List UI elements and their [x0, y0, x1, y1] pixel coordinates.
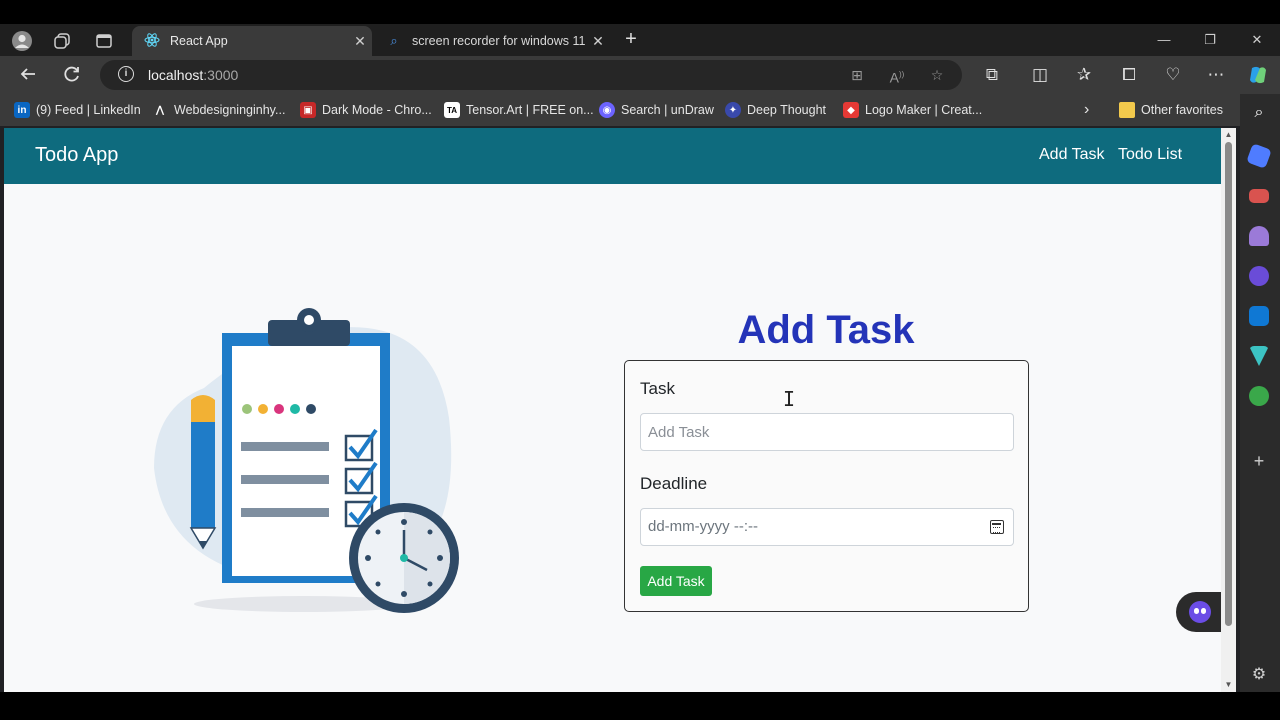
browser-toolbar: i localhost:3000 ⊞ A)) ☆ ⧉ ◫ ✰ ⧠ ♡ ⋯: [0, 56, 1280, 94]
read-aloud-icon[interactable]: A)): [886, 65, 908, 86]
page-viewport: Todo App Add Task Todo List Add Task Tas…: [4, 128, 1236, 692]
close-tab-icon[interactable]: ✕: [348, 33, 372, 50]
undraw-icon: ◉: [599, 102, 615, 118]
split-screen-icon[interactable]: ◫: [1028, 64, 1052, 86]
sidebar-shopping-icon[interactable]: [1246, 143, 1272, 169]
tab-actions-icon[interactable]: [93, 30, 115, 52]
tab-react-app[interactable]: React App ✕: [132, 26, 372, 56]
profile-icon[interactable]: [11, 30, 33, 52]
checklist-clipboard-illustration: [154, 308, 459, 613]
bookmark-deep-thought[interactable]: ✦ Deep Thought: [725, 101, 826, 119]
webdesign-icon: ⋀: [155, 104, 165, 116]
search-icon: ⌕: [390, 33, 398, 48]
edge-sidebar: ⌕ + ⚙: [1240, 94, 1280, 692]
copilot-icon[interactable]: [1246, 64, 1270, 86]
close-window-icon[interactable]: ✕: [1240, 29, 1274, 51]
bookmarks-bar: in (9) Feed | LinkedIn ⋀ Webdesigninginh…: [0, 94, 1240, 126]
close-tab-icon[interactable]: ✕: [586, 33, 610, 50]
deadline-label: Deadline: [640, 474, 708, 493]
task-label: Task: [640, 379, 675, 398]
bookmark-webdesign[interactable]: ⋀ Webdesigninginhy...: [152, 101, 286, 119]
bookmark-logo-maker[interactable]: ◆ Logo Maker | Creat...: [843, 101, 982, 119]
add-task-form: Task Deadline dd-mm-yyyy --:-- Add Task: [624, 360, 1029, 612]
bookmark-tensorart[interactable]: TA Tensor.Art | FREE on...: [444, 101, 594, 119]
scroll-up-icon[interactable]: ▲: [1224, 131, 1233, 139]
scrollbar-thumb[interactable]: [1225, 142, 1232, 626]
task-input[interactable]: [640, 413, 1014, 451]
chat-assistant-button[interactable]: [1176, 592, 1224, 632]
more-bookmarks-chevron-icon[interactable]: ›: [1084, 101, 1089, 119]
workspaces-icon[interactable]: [51, 30, 73, 52]
page-title: Add Task: [737, 308, 915, 352]
new-tab-icon[interactable]: +: [620, 28, 642, 50]
react-icon: [144, 32, 160, 51]
scroll-down-icon[interactable]: ▼: [1224, 681, 1233, 689]
text-cursor-icon: I: [783, 387, 796, 411]
deep-thought-icon: ✦: [725, 102, 741, 118]
extensions-icon[interactable]: ⧉: [980, 64, 1004, 86]
favorite-star-icon[interactable]: ☆: [926, 65, 948, 85]
tensorart-icon: TA: [444, 102, 460, 118]
minimize-icon[interactable]: —: [1147, 29, 1181, 51]
sidebar-tools-icon[interactable]: [1249, 189, 1269, 203]
sidebar-outlook-icon[interactable]: [1249, 306, 1269, 326]
browser-window: React App ✕ ⌕ screen recorder for window…: [0, 24, 1280, 692]
tab-title: React App: [170, 34, 228, 48]
tab-strip: React App ✕ ⌕ screen recorder for window…: [0, 24, 1280, 56]
linkedin-icon: in: [14, 102, 30, 118]
site-info-icon[interactable]: i: [118, 66, 134, 82]
app-navbar: Todo App Add Task Todo List: [4, 128, 1221, 184]
sidebar-tree-icon[interactable]: [1249, 386, 1269, 406]
bookmark-dark-mode[interactable]: ▣ Dark Mode - Chro...: [300, 101, 432, 119]
bookmark-undraw[interactable]: ◉ Search | unDraw: [599, 101, 714, 119]
sidebar-drop-icon[interactable]: [1249, 346, 1269, 366]
page-scrollbar[interactable]: ▲ ▼: [1221, 128, 1236, 692]
collections-icon[interactable]: ⧠: [1117, 64, 1141, 86]
bookmark-linkedin[interactable]: in (9) Feed | LinkedIn: [14, 101, 141, 119]
add-task-button[interactable]: Add Task: [640, 566, 712, 596]
folder-icon: [1119, 102, 1135, 118]
nav-todo-list-link[interactable]: Todo List: [1118, 146, 1182, 164]
deadline-placeholder: dd-mm-yyyy --:--: [648, 518, 758, 535]
back-icon[interactable]: [16, 64, 40, 86]
bookmark-other-favorites[interactable]: Other favorites: [1119, 101, 1223, 119]
refresh-icon[interactable]: [60, 64, 84, 86]
favorites-icon[interactable]: ✰: [1072, 64, 1096, 86]
address-bar[interactable]: i localhost:3000 ⊞ A)) ☆: [100, 60, 962, 90]
tab-search[interactable]: ⌕ screen recorder for windows 11 ✕: [374, 26, 610, 56]
sidebar-add-icon[interactable]: +: [1249, 451, 1269, 471]
sidebar-copilot-icon[interactable]: [1249, 266, 1269, 286]
app-available-icon[interactable]: ⊞: [846, 65, 868, 85]
sidebar-games-icon[interactable]: [1249, 226, 1269, 246]
calendar-icon[interactable]: [990, 520, 1004, 534]
more-menu-icon[interactable]: ⋯: [1204, 64, 1228, 86]
tab-title: screen recorder for windows 11: [412, 34, 586, 48]
deadline-input[interactable]: dd-mm-yyyy --:--: [640, 508, 1014, 546]
dark-mode-icon: ▣: [300, 102, 316, 118]
browser-essentials-icon[interactable]: ♡: [1161, 64, 1185, 86]
nav-add-task-link[interactable]: Add Task: [1039, 146, 1105, 164]
app-brand[interactable]: Todo App: [35, 144, 118, 167]
restore-icon[interactable]: ❐: [1193, 29, 1227, 51]
logo-maker-icon: ◆: [843, 102, 859, 118]
assistant-face-icon: [1189, 601, 1211, 623]
url-text: localhost:3000: [148, 67, 239, 83]
sidebar-search-icon[interactable]: ⌕: [1249, 104, 1269, 124]
sidebar-settings-gear-icon[interactable]: ⚙: [1249, 664, 1269, 684]
